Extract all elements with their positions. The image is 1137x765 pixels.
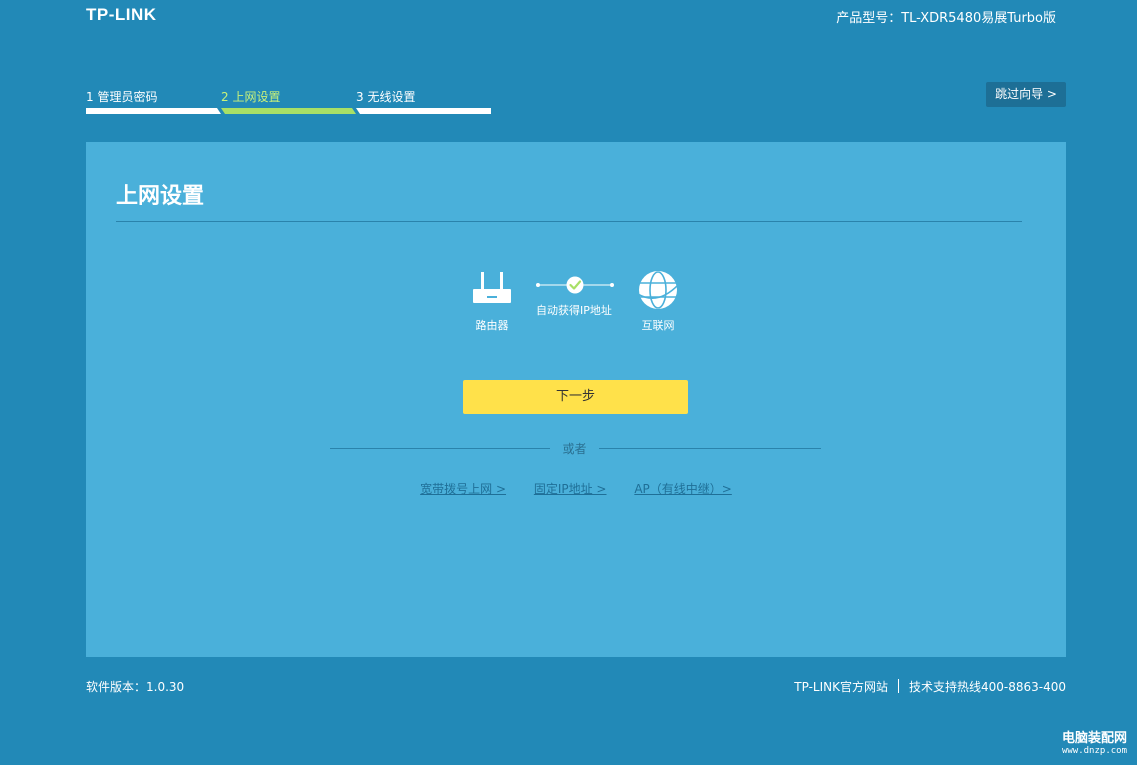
watermark-title: 电脑装配网 xyxy=(1061,731,1127,746)
tp-link-logo: TP-LINK xyxy=(86,5,157,24)
panel-title: 上网设置 xyxy=(116,184,205,209)
footer-links: TP-LINK官方网站 技术支持热线400-8863-400 xyxy=(794,678,1066,695)
software-version: 软件版本：1.0.30 xyxy=(86,680,185,694)
check-circle-icon xyxy=(536,276,614,294)
globe-icon xyxy=(637,271,680,309)
setup-panel: 上网设置 路由器 自动获得IP地址 互联网 下一步 或者 宽带拨号上网 > 固定… xyxy=(86,142,1066,657)
step-admin-password: 1 管理员密码 xyxy=(86,88,221,115)
or-line-right xyxy=(599,448,821,449)
or-label: 或者 xyxy=(562,442,587,456)
connection-diagram: 路由器 自动获得IP地址 互联网 xyxy=(470,270,690,340)
step-label: 3 无线设置 xyxy=(356,90,416,104)
step-label: 2 上网设置 xyxy=(221,90,281,104)
static-ip-link[interactable]: 固定IP地址 > xyxy=(534,482,607,496)
or-divider: 或者 xyxy=(330,439,821,457)
step-progress-bar xyxy=(356,108,491,114)
official-site-link[interactable]: TP-LINK官方网站 xyxy=(794,680,888,694)
product-model: 产品型号：TL-XDR5480易展Turbo版 xyxy=(836,11,1056,26)
step-label: 1 管理员密码 xyxy=(86,90,158,104)
alternative-connection-links: 宽带拨号上网 > 固定IP地址 > AP（有线中继）> xyxy=(86,480,1066,497)
skip-wizard-button[interactable]: 跳过向导 > xyxy=(986,82,1066,107)
internet-label: 互联网 xyxy=(641,319,675,332)
link-label: 自动获得IP地址 xyxy=(536,304,612,317)
or-line-left xyxy=(330,448,550,449)
watermark: 电脑装配网 www.dnzp.com xyxy=(1062,727,1127,756)
next-step-button[interactable]: 下一步 xyxy=(463,380,688,414)
ap-wired-relay-link[interactable]: AP（有线中继）> xyxy=(634,482,732,496)
router-label: 路由器 xyxy=(475,319,509,332)
title-divider xyxy=(116,221,1022,222)
step-progress-bar xyxy=(221,108,356,114)
router-icon xyxy=(473,272,511,303)
support-hotline: 技术支持热线400-8863-400 xyxy=(908,680,1066,694)
watermark-url: www.dnzp.com xyxy=(1061,746,1127,756)
step-internet-settings: 2 上网设置 xyxy=(221,88,356,115)
step-wireless-settings: 3 无线设置 xyxy=(356,88,491,115)
wizard-steps: 1 管理员密码 2 上网设置 3 无线设置 xyxy=(86,88,491,115)
footer-separator xyxy=(897,679,899,693)
step-progress-bar xyxy=(86,108,221,114)
pppoe-link[interactable]: 宽带拨号上网 > xyxy=(420,482,506,496)
